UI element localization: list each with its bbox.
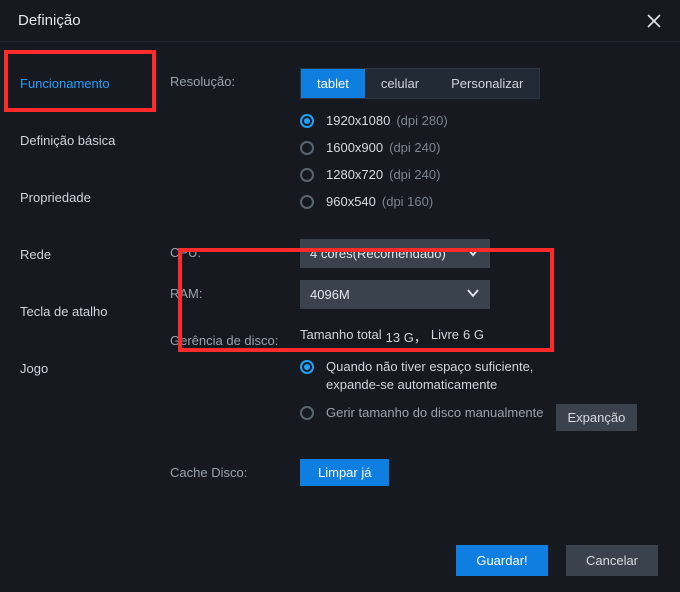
disk-option-text: Gerir tamanho do disco manualmente [326, 404, 544, 422]
radio-icon [300, 168, 314, 182]
chevron-down-icon [466, 286, 480, 303]
resolution-option-dpi: (dpi 160) [382, 194, 433, 209]
resolution-option-label: 1920x1080 [326, 113, 390, 128]
radio-icon [300, 406, 314, 420]
disk-option-auto[interactable]: Quando não tiver espaço suficiente, expa… [300, 358, 662, 394]
resolution-label: Resolução: [170, 68, 300, 89]
resolution-option-label: 960x540 [326, 194, 376, 209]
cancel-button[interactable]: Cancelar [566, 545, 658, 576]
tab-custom[interactable]: Personalizar [435, 69, 539, 98]
sidebar-item-basic[interactable]: Definição básica [0, 121, 160, 160]
resolution-option-2[interactable]: 1280x720 (dpi 240) [300, 167, 662, 182]
disk-option-manual[interactable]: Gerir tamanho do disco manualmente Expan… [300, 404, 662, 431]
cpu-select[interactable]: 4 cores(Recomendado) [300, 239, 490, 268]
disk-option-text: Quando não tiver espaço suficiente, expa… [326, 358, 556, 394]
disk-status: Tamanho total 13 G， Livre 6 G [300, 327, 662, 346]
clear-cache-button[interactable]: Limpar já [300, 459, 389, 486]
radio-icon [300, 141, 314, 155]
resolution-option-1[interactable]: 1600x900 (dpi 240) [300, 140, 662, 155]
cpu-label: CPU: [170, 239, 300, 260]
radio-icon [300, 360, 314, 374]
window-title: Definição [18, 12, 81, 29]
resolution-option-3[interactable]: 960x540 (dpi 160) [300, 194, 662, 209]
resolution-option-label: 1280x720 [326, 167, 383, 182]
sidebar: Funcionamento Definição básica Proprieda… [0, 42, 160, 542]
sidebar-item-network[interactable]: Rede [0, 235, 160, 274]
sidebar-item-game[interactable]: Jogo [0, 349, 160, 388]
save-button[interactable]: Guardar! [456, 545, 548, 576]
resolution-option-label: 1600x900 [326, 140, 383, 155]
resolution-option-dpi: (dpi 280) [396, 113, 447, 128]
radio-icon [300, 114, 314, 128]
resolution-option-dpi: (dpi 240) [389, 140, 440, 155]
close-icon[interactable] [640, 7, 668, 35]
radio-icon [300, 195, 314, 209]
cache-label: Cache Disco: [170, 459, 300, 480]
resolution-option-dpi: (dpi 240) [389, 167, 440, 182]
ram-select-value: 4096M [310, 287, 350, 302]
tab-tablet[interactable]: tablet [301, 69, 365, 98]
ram-label: RAM: [170, 280, 300, 301]
chevron-down-icon [466, 245, 480, 262]
tab-mobile[interactable]: celular [365, 69, 435, 98]
ram-select[interactable]: 4096M [300, 280, 490, 309]
expand-button[interactable]: Expanção [556, 404, 638, 431]
sidebar-item-property[interactable]: Propriedade [0, 178, 160, 217]
disk-label: Gerência de disco: [170, 327, 300, 348]
sidebar-item-shortcut[interactable]: Tecla de atalho [0, 292, 160, 331]
cpu-select-value: 4 cores(Recomendado) [310, 246, 446, 261]
resolution-option-0[interactable]: 1920x1080 (dpi 280) [300, 113, 662, 128]
sidebar-item-performance[interactable]: Funcionamento [0, 64, 160, 103]
resolution-tabstrip: tablet celular Personalizar [300, 68, 540, 99]
